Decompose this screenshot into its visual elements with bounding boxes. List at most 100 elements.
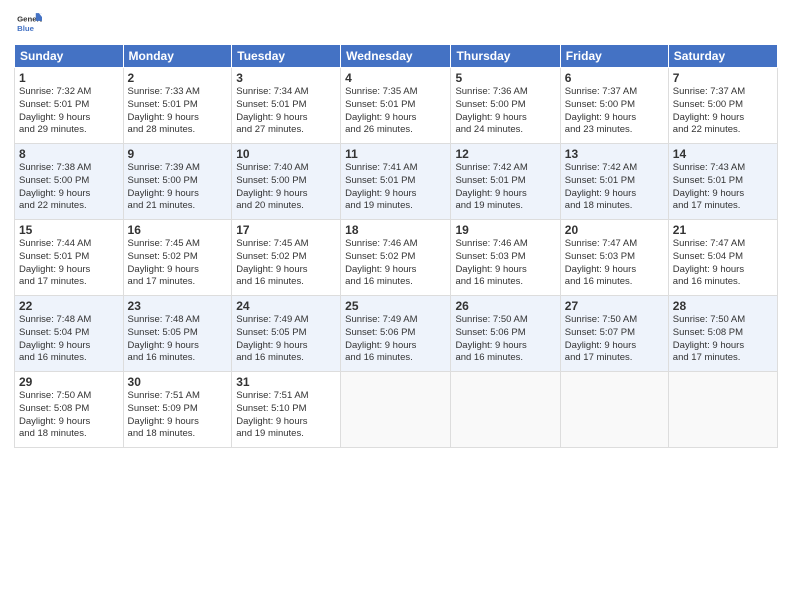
day-header-sunday: Sunday [15, 45, 124, 68]
day-number: 22 [19, 299, 119, 313]
day-info: and 28 minutes. [128, 124, 228, 137]
day-info: Sunrise: 7:33 AM [128, 86, 228, 99]
day-number: 12 [455, 147, 555, 161]
day-cell: 19Sunrise: 7:46 AMSunset: 5:03 PMDayligh… [451, 220, 560, 296]
day-info: Sunrise: 7:50 AM [673, 314, 773, 327]
day-info: and 23 minutes. [565, 124, 664, 137]
day-info: Sunrise: 7:47 AM [673, 238, 773, 251]
day-cell: 29Sunrise: 7:50 AMSunset: 5:08 PMDayligh… [15, 372, 124, 448]
day-number: 15 [19, 223, 119, 237]
day-info: Sunrise: 7:45 AM [128, 238, 228, 251]
day-info: and 16 minutes. [455, 352, 555, 365]
day-info: Sunrise: 7:38 AM [19, 162, 119, 175]
logo: General Blue [14, 10, 42, 38]
day-info: and 20 minutes. [236, 200, 336, 213]
day-number: 31 [236, 375, 336, 389]
day-info: Daylight: 9 hours [236, 416, 336, 429]
day-number: 29 [19, 375, 119, 389]
day-info: Sunrise: 7:51 AM [236, 390, 336, 403]
day-number: 24 [236, 299, 336, 313]
day-cell: 17Sunrise: 7:45 AMSunset: 5:02 PMDayligh… [232, 220, 341, 296]
day-info: Daylight: 9 hours [19, 264, 119, 277]
header: General Blue [14, 10, 778, 38]
day-cell: 2Sunrise: 7:33 AMSunset: 5:01 PMDaylight… [123, 68, 232, 144]
day-cell: 22Sunrise: 7:48 AMSunset: 5:04 PMDayligh… [15, 296, 124, 372]
day-info: Sunrise: 7:34 AM [236, 86, 336, 99]
day-info: Sunrise: 7:45 AM [236, 238, 336, 251]
day-info: Sunset: 5:01 PM [345, 99, 446, 112]
day-number: 7 [673, 71, 773, 85]
day-number: 28 [673, 299, 773, 313]
day-info: Sunset: 5:09 PM [128, 403, 228, 416]
day-info: Daylight: 9 hours [236, 188, 336, 201]
day-info: Sunset: 5:08 PM [19, 403, 119, 416]
day-info: Sunset: 5:08 PM [673, 327, 773, 340]
day-header-tuesday: Tuesday [232, 45, 341, 68]
day-info: Sunrise: 7:36 AM [455, 86, 555, 99]
day-cell: 28Sunrise: 7:50 AMSunset: 5:08 PMDayligh… [668, 296, 777, 372]
day-info: Sunset: 5:00 PM [673, 99, 773, 112]
day-info: Daylight: 9 hours [455, 340, 555, 353]
day-info: Sunset: 5:00 PM [455, 99, 555, 112]
day-info: and 16 minutes. [673, 276, 773, 289]
day-cell: 10Sunrise: 7:40 AMSunset: 5:00 PMDayligh… [232, 144, 341, 220]
day-info: and 22 minutes. [19, 200, 119, 213]
day-cell [341, 372, 451, 448]
calendar-header-row: SundayMondayTuesdayWednesdayThursdayFrid… [15, 45, 778, 68]
day-number: 8 [19, 147, 119, 161]
day-number: 2 [128, 71, 228, 85]
day-info: and 29 minutes. [19, 124, 119, 137]
day-info: Sunrise: 7:48 AM [19, 314, 119, 327]
day-info: Daylight: 9 hours [236, 112, 336, 125]
day-info: and 18 minutes. [565, 200, 664, 213]
day-info: Daylight: 9 hours [19, 188, 119, 201]
day-info: Sunrise: 7:44 AM [19, 238, 119, 251]
day-number: 10 [236, 147, 336, 161]
day-number: 25 [345, 299, 446, 313]
day-info: and 19 minutes. [345, 200, 446, 213]
day-info: Daylight: 9 hours [565, 112, 664, 125]
day-info: and 16 minutes. [345, 276, 446, 289]
calendar-container: General Blue SundayMondayTuesdayWednesda… [0, 0, 792, 612]
day-info: Daylight: 9 hours [565, 340, 664, 353]
day-info: Daylight: 9 hours [565, 188, 664, 201]
day-info: Sunrise: 7:37 AM [673, 86, 773, 99]
day-info: and 17 minutes. [128, 276, 228, 289]
day-info: Daylight: 9 hours [128, 188, 228, 201]
day-info: Sunrise: 7:50 AM [565, 314, 664, 327]
day-info: Sunset: 5:00 PM [565, 99, 664, 112]
day-header-monday: Monday [123, 45, 232, 68]
day-number: 23 [128, 299, 228, 313]
day-header-wednesday: Wednesday [341, 45, 451, 68]
day-info: Daylight: 9 hours [19, 112, 119, 125]
day-cell [451, 372, 560, 448]
day-cell: 16Sunrise: 7:45 AMSunset: 5:02 PMDayligh… [123, 220, 232, 296]
day-info: and 21 minutes. [128, 200, 228, 213]
day-info: Sunrise: 7:41 AM [345, 162, 446, 175]
day-number: 5 [455, 71, 555, 85]
day-info: Sunset: 5:00 PM [128, 175, 228, 188]
day-info: and 17 minutes. [673, 352, 773, 365]
day-info: Daylight: 9 hours [19, 340, 119, 353]
calendar-table: SundayMondayTuesdayWednesdayThursdayFrid… [14, 44, 778, 448]
day-info: Sunset: 5:01 PM [19, 251, 119, 264]
day-info: and 18 minutes. [19, 428, 119, 441]
week-row-3: 15Sunrise: 7:44 AMSunset: 5:01 PMDayligh… [15, 220, 778, 296]
day-cell: 15Sunrise: 7:44 AMSunset: 5:01 PMDayligh… [15, 220, 124, 296]
day-info: Daylight: 9 hours [128, 264, 228, 277]
day-info: Sunset: 5:04 PM [673, 251, 773, 264]
day-info: Sunset: 5:01 PM [565, 175, 664, 188]
day-info: and 16 minutes. [19, 352, 119, 365]
day-info: Sunrise: 7:49 AM [345, 314, 446, 327]
day-cell: 5Sunrise: 7:36 AMSunset: 5:00 PMDaylight… [451, 68, 560, 144]
day-info: Sunrise: 7:43 AM [673, 162, 773, 175]
day-info: and 17 minutes. [673, 200, 773, 213]
day-info: and 17 minutes. [19, 276, 119, 289]
day-info: and 16 minutes. [236, 352, 336, 365]
day-number: 19 [455, 223, 555, 237]
day-info: Sunset: 5:01 PM [673, 175, 773, 188]
day-info: Sunrise: 7:32 AM [19, 86, 119, 99]
day-number: 13 [565, 147, 664, 161]
day-info: Daylight: 9 hours [19, 416, 119, 429]
day-number: 26 [455, 299, 555, 313]
